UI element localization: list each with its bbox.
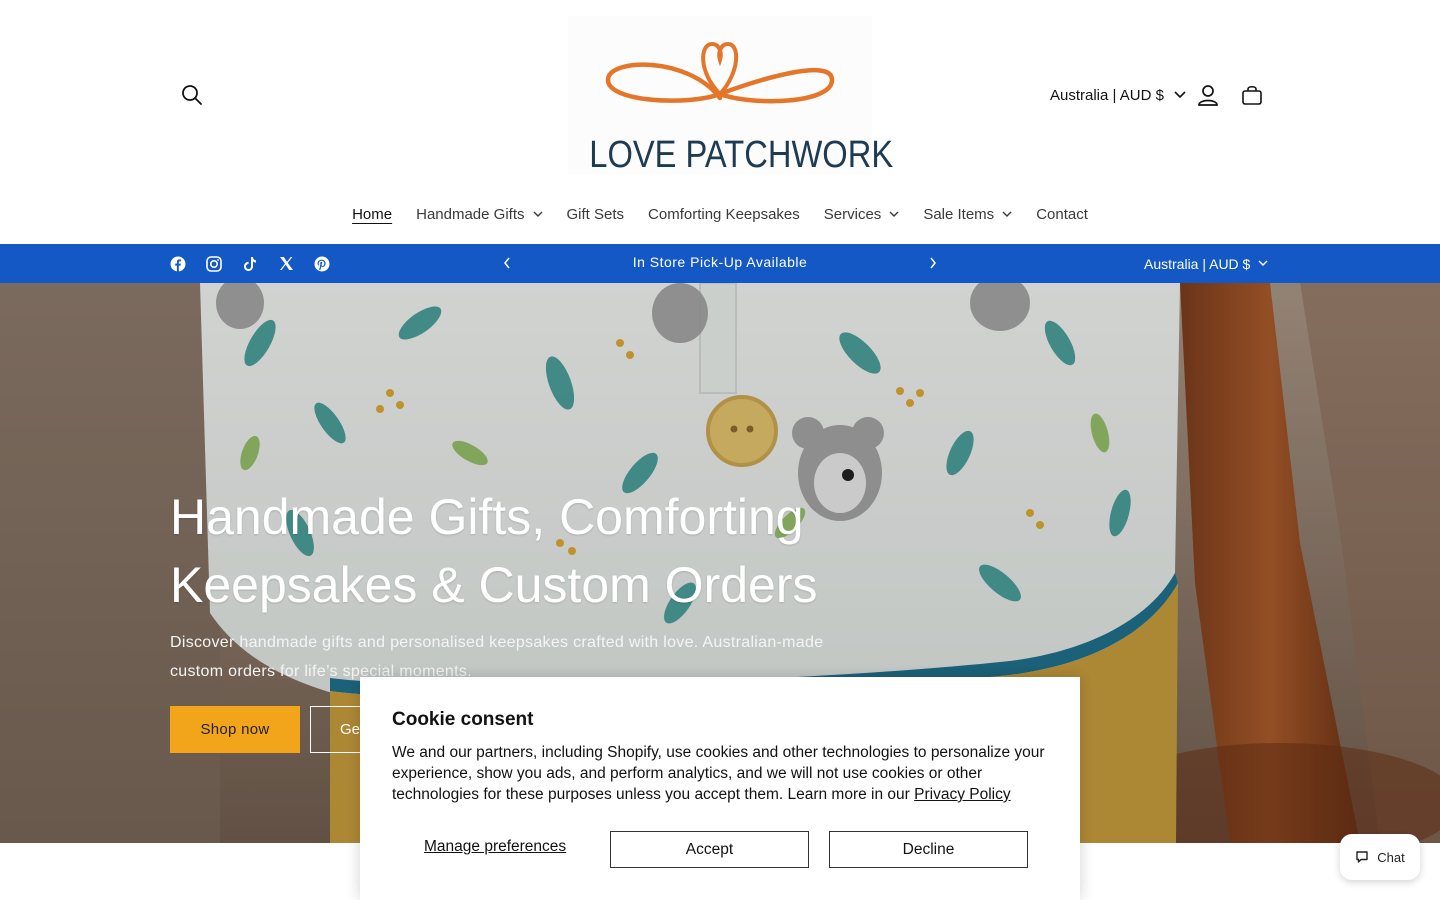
nav-item-label: Services (823, 205, 882, 223)
bar-country-currency-selector[interactable]: Australia | AUD $ (1136, 244, 1276, 283)
cookie-title: Cookie consent (392, 709, 534, 730)
chevron-left-icon (504, 257, 510, 269)
nav-item-label: Handmade Gifts (416, 205, 525, 223)
nav-item-comforting-keepsakes[interactable]: Comforting Keepsakes (636, 206, 812, 223)
chat-bubble-icon (1356, 851, 1368, 863)
x-icon (279, 257, 293, 270)
announcement-next-button[interactable] (918, 248, 948, 278)
cart-button[interactable] (1232, 75, 1272, 115)
announcement-bar: In Store Pick-Up Available Australia | A… (0, 244, 1440, 283)
pinterest-link[interactable] (304, 244, 340, 283)
nav-item-handmade-gifts[interactable]: Handmade Gifts (404, 206, 554, 223)
nav-item-services[interactable]: Services (812, 206, 912, 223)
cart-icon (1242, 85, 1262, 105)
nav-item-gift-sets[interactable]: Gift Sets (555, 206, 637, 223)
hero-title: Handmade Gifts, Comforting Keepsakes & C… (170, 489, 818, 613)
tiktok-icon (244, 256, 256, 271)
chevron-down-icon (1174, 91, 1186, 99)
chat-button[interactable]: Chat (1340, 834, 1420, 880)
chevron-down-icon (533, 211, 542, 217)
privacy-policy-link[interactable]: Privacy Policy (914, 786, 1010, 803)
main-navigation: Home Handmade Gifts Gift Sets Comforting… (0, 196, 1440, 232)
search-icon (182, 85, 202, 105)
pinterest-icon (314, 256, 330, 271)
cookie-body: We and our partners, including Shopify, … (392, 742, 1057, 805)
tiktok-link[interactable] (232, 244, 268, 283)
x-link[interactable] (268, 244, 304, 283)
nav-item-home[interactable]: Home (340, 206, 404, 223)
nav-item-label: Contact (1036, 205, 1088, 223)
country-currency-label: Australia | AUD $ (1050, 86, 1164, 104)
chevron-down-icon (1258, 260, 1268, 266)
chat-label: Chat (1377, 849, 1405, 865)
logo-wordmark: LOVE PATCHWORK (589, 134, 894, 176)
nav-item-label: Gift Sets (566, 205, 625, 223)
shop-now-button[interactable]: Shop now (170, 706, 300, 753)
nav-item-label: Home (352, 205, 393, 223)
social-links (160, 244, 340, 283)
nav-item-label: Comforting Keepsakes (648, 205, 800, 223)
facebook-icon (170, 256, 186, 271)
country-currency-selector[interactable]: Australia | AUD $ (1040, 80, 1196, 110)
site-logo[interactable]: LOVE PATCHWORK (568, 16, 894, 176)
chevron-down-icon (889, 211, 899, 217)
instagram-link[interactable] (196, 244, 232, 283)
decline-button[interactable]: Decline (829, 831, 1028, 868)
accept-button[interactable]: Accept (610, 831, 809, 868)
instagram-icon (206, 255, 222, 272)
search-button[interactable] (172, 75, 212, 115)
nav-item-sale-items[interactable]: Sale Items (911, 206, 1024, 223)
announcement-message: In Store Pick-Up Available (632, 254, 808, 270)
site-header: LOVE PATCHWORK Australia | AUD $ Home Ha… (0, 0, 1440, 244)
nav-item-contact[interactable]: Contact (1024, 206, 1100, 223)
nav-item-label: Sale Items (923, 205, 995, 223)
chevron-right-icon (930, 257, 936, 269)
account-button[interactable] (1188, 75, 1228, 115)
facebook-link[interactable] (160, 244, 196, 283)
manage-preferences-button[interactable]: Manage preferences (424, 838, 566, 856)
cookie-consent-banner: Cookie consent We and our partners, incl… (360, 677, 1080, 900)
announcement-previous-button[interactable] (492, 248, 522, 278)
account-icon (1198, 85, 1218, 106)
bar-country-currency-label: Australia | AUD $ (1144, 255, 1251, 272)
infinity-heart-logo (605, 41, 835, 104)
chevron-down-icon (1002, 211, 1012, 217)
